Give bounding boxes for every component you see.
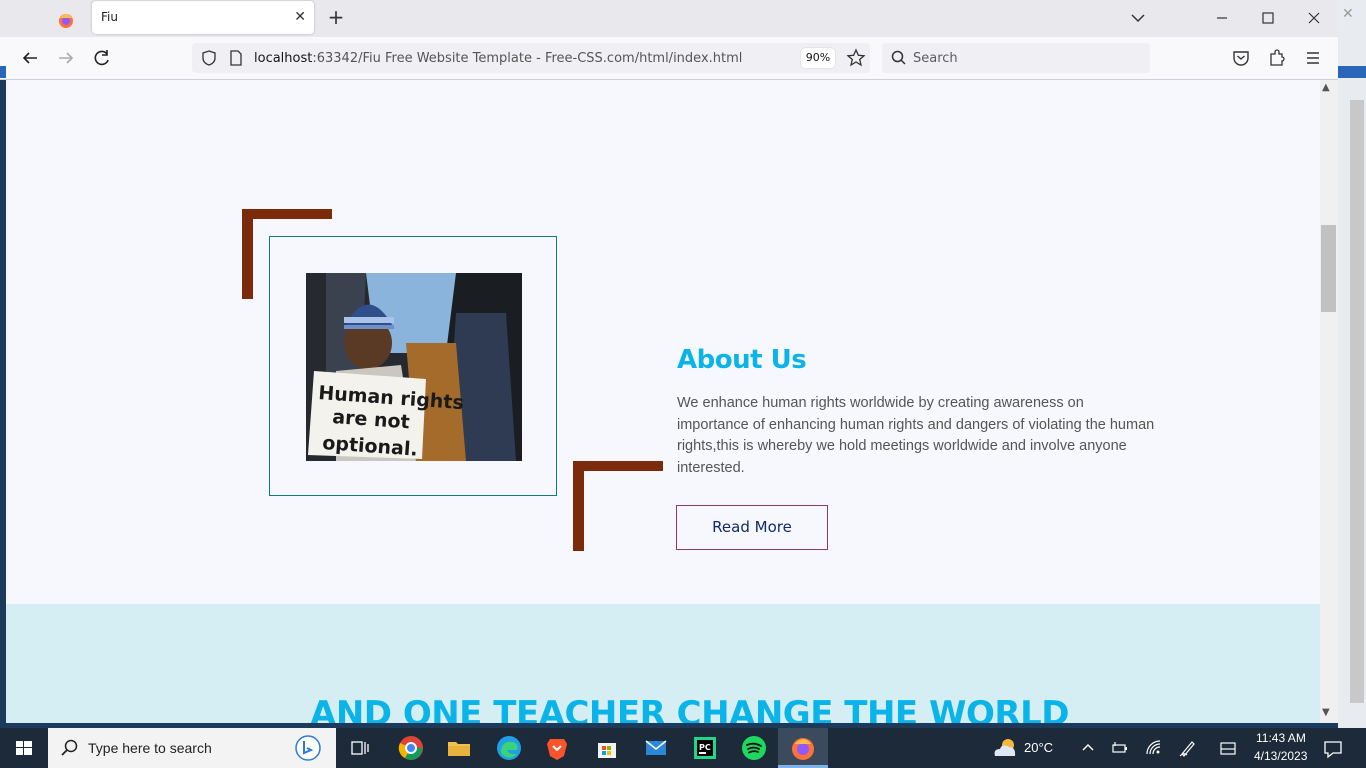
reload-icon[interactable] [87,43,117,73]
teacher-section-title: AND ONE TEACHER CHANGE THE WORLD [310,694,1069,723]
windows-start-icon[interactable] [0,728,48,768]
bing-icon[interactable] [294,734,322,762]
search-bar[interactable]: Search [882,43,1150,73]
url-host: localhost [254,51,313,66]
navigation-toolbar: localhost:63342/Fiu Free Website Templat… [0,37,1338,80]
back-arrow-icon[interactable] [15,43,45,73]
pocket-icon[interactable] [1226,43,1256,73]
taskbar-search-box[interactable]: Type here to search [48,728,336,768]
decor-bracket-top-v [242,209,253,299]
keyboard-input-icon[interactable] [1218,738,1238,758]
page-info-icon[interactable] [228,49,244,67]
microsoft-store-icon[interactable] [593,734,621,762]
background-close-icon[interactable]: ✕ [1342,6,1354,22]
background-scrollbar [1350,100,1364,703]
background-accent-bar [1338,66,1366,78]
about-description: We enhance human rights worldwide by cre… [677,395,1155,476]
page-scrollbar[interactable] [1320,80,1338,723]
tab-title: Fiu [101,10,118,24]
search-placeholder: Search [913,51,958,66]
list-all-tabs-icon[interactable] [1126,6,1150,30]
teacher-section: AND ONE TEACHER CHANGE THE WORLD [6,604,1320,723]
brave-icon[interactable] [543,734,571,762]
taskbar-search-icon [60,738,80,758]
firefox-icon[interactable] [789,734,817,762]
wifi-icon[interactable] [1144,738,1164,758]
zoom-level-badge[interactable]: 90% [801,48,835,68]
decor-bracket-bottom-v [573,461,584,551]
clock-time[interactable]: 11:43 AM [1256,731,1306,745]
tray-chevron-up-icon[interactable] [1080,740,1096,756]
url-text[interactable]: localhost:63342/Fiu Free Website Templat… [254,51,742,66]
clock-date[interactable]: 4/13/2023 [1254,749,1307,763]
firefox-tab-icon[interactable] [44,4,88,34]
read-more-button[interactable]: Read More [676,505,828,550]
edge-icon[interactable] [495,734,523,762]
mail-icon[interactable] [642,734,670,762]
weather-cloud-icon[interactable] [990,736,1020,760]
extensions-icon[interactable] [1262,43,1292,73]
about-title: About Us [677,345,807,375]
url-path: :63342/Fiu Free Website Template - Free-… [312,51,743,66]
menu-hamburger-icon[interactable] [1298,43,1328,73]
page-viewport: Human rights are not optional. About Us … [6,80,1320,723]
close-window-icon[interactable] [1302,6,1326,30]
bookmark-star-icon[interactable] [846,48,866,68]
tab-close-icon[interactable]: ✕ [294,9,306,25]
decor-bracket-bottom-h [573,461,663,471]
pycharm-icon[interactable]: PC [691,734,719,762]
weather-temperature: 20°C [1024,740,1054,755]
file-explorer-icon[interactable] [445,734,473,762]
task-view-icon[interactable] [346,734,374,762]
url-bar[interactable]: localhost:63342/Fiu Free Website Templat… [192,43,870,73]
pen-ink-icon[interactable] [1178,738,1198,758]
battery-icon[interactable] [1110,738,1130,758]
svg-text:PC: PC [699,743,711,752]
taskbar: Type here to search PC 20°C 11:43 AM 4/1… [0,728,1366,768]
scroll-down-icon[interactable]: ▼ [1322,707,1330,718]
search-icon [890,49,908,67]
background-accent-bar-left [0,66,6,78]
decor-bracket-top-h [242,209,332,219]
minimize-icon[interactable] [1210,6,1234,30]
spotify-icon[interactable] [740,734,768,762]
human-rights-photo: Human rights are not optional. [306,273,522,461]
shield-icon[interactable] [200,49,218,67]
taskbar-search-placeholder: Type here to search [88,740,212,756]
scroll-up-icon[interactable]: ▲ [1322,82,1330,93]
maximize-icon[interactable] [1256,6,1280,30]
notification-icon[interactable] [1322,738,1344,760]
tab-bar: Fiu ✕ + [0,0,1338,37]
tab-fiu[interactable]: Fiu ✕ [92,1,314,34]
forward-arrow-icon[interactable] [51,43,81,73]
page-scrollbar-thumb[interactable] [1321,225,1336,312]
new-tab-button[interactable]: + [324,6,348,30]
chrome-icon[interactable] [397,734,425,762]
